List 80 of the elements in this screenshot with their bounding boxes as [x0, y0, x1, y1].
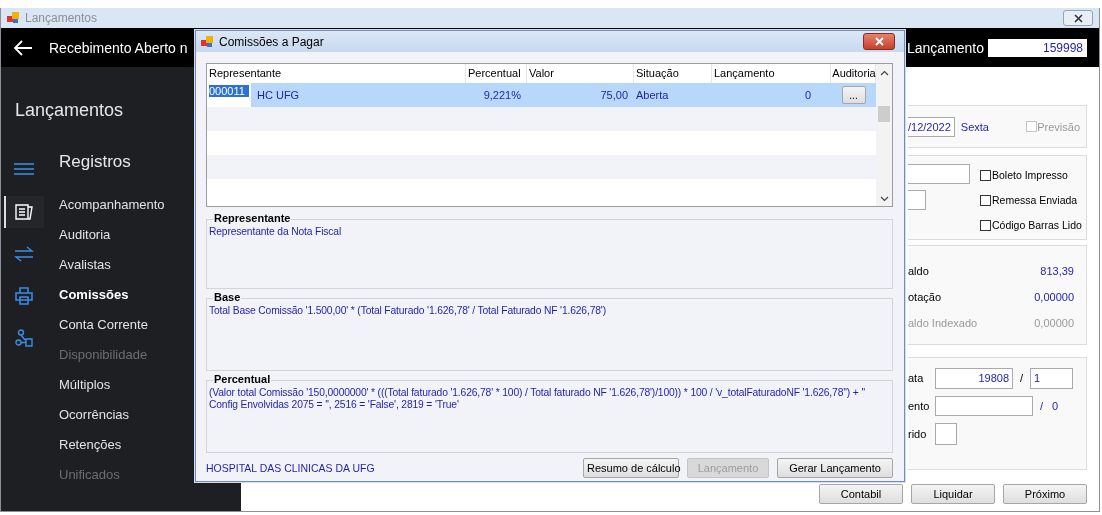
total-value: 0,00000 — [1034, 291, 1074, 305]
nav-item[interactable]: Múltiplos — [59, 370, 111, 400]
audit-button[interactable]: ... — [841, 86, 866, 104]
separator-text: / — [1020, 372, 1024, 384]
checkbox[interactable] — [980, 219, 991, 231]
nav-item[interactable]: Ocorrências — [59, 400, 130, 430]
dialog-button[interactable]: Resumo de cálculo — [583, 458, 679, 478]
close-icon — [1073, 13, 1083, 23]
separator-text: / — [1040, 400, 1044, 412]
nav-item[interactable]: Auditoria — [59, 220, 111, 250]
group-title: Representante — [213, 212, 292, 224]
nav-icon-button[interactable] — [3, 196, 44, 228]
close-icon — [874, 37, 884, 46]
date-field[interactable]: /12/2022 — [908, 116, 955, 137]
lancamento-label: Lançamento — [906, 39, 984, 56]
action-button[interactable]: Liquidar — [911, 484, 995, 504]
close-button[interactable] — [1063, 10, 1093, 26]
app-icon — [7, 12, 19, 24]
action-button[interactable]: Próximo — [1003, 484, 1087, 504]
nav-item[interactable]: Retenções — [59, 430, 122, 460]
total-value: 0,00000 — [1034, 317, 1074, 331]
total-label: aldo — [908, 265, 929, 279]
checkbox-label: Previsão — [1037, 120, 1080, 133]
input-field[interactable] — [908, 190, 926, 210]
sidebar-title: Lançamentos — [15, 100, 124, 122]
weekday-text: Sexta — [960, 120, 989, 133]
group-text: Total Base Comissão '1.500,00' * (Total Faturado '1.626,78' / Total Faturado NF '1.626,78') — [209, 305, 607, 317]
nav-item[interactable]: Conta Corrente — [59, 310, 148, 340]
table-cell-text: 75,00 — [599, 89, 629, 101]
total-label: otação — [908, 291, 942, 305]
group-title: Base — [213, 291, 242, 303]
code-cell[interactable]: 000011 — [207, 83, 251, 107]
input-field[interactable] — [935, 423, 957, 445]
swap-arrows-icon — [13, 246, 34, 262]
lancamento-field[interactable]: 159998 — [988, 38, 1087, 57]
table-cell: HC UFG — [257, 89, 300, 101]
field-label: rido — [908, 428, 928, 440]
table-cell-text: 9,221% — [482, 89, 522, 101]
window-title: Lançamentos — [25, 11, 98, 25]
field-label: ata — [908, 372, 925, 384]
field-label: ento — [908, 400, 931, 412]
dialog-title: Comissões a Pagar — [219, 34, 324, 49]
checkbox-label: Código Barras Lido — [992, 219, 1082, 231]
menu-icon[interactable] — [13, 162, 34, 176]
dialog-button[interactable]: Gerar Lançamento — [777, 458, 893, 478]
checkbox-label: Remessa Enviada — [992, 194, 1078, 206]
checkbox[interactable] — [980, 169, 991, 181]
group-text: Config Envolvidas 2075 = '', 2516 = 'False', 2819 = 'True' — [209, 399, 460, 411]
number-field[interactable]: 19808 — [935, 367, 1013, 389]
scroll-down-icon[interactable] — [879, 196, 889, 202]
group-text: (Valor total Comissão '150,0000000' * (((Total faturado '1.626,78' * 100) / Total faturado NF '1.626,78')/100)) * 100 / 'v_totalFaturadoNF '1.626,78'') + '' — [209, 387, 867, 399]
document-icon — [14, 203, 33, 221]
table-cell-text: 0 — [803, 89, 812, 101]
close-button[interactable] — [863, 33, 895, 50]
client-name-text: HOSPITAL DAS CLINICAS DA UFG — [206, 462, 375, 474]
count-text: 0 — [1052, 400, 1059, 412]
number-field[interactable]: 1 — [1030, 367, 1074, 389]
input-field[interactable] — [908, 164, 970, 184]
page-title: Recebimento Aberto n — [49, 39, 188, 56]
action-button[interactable]: Contabil — [819, 484, 903, 504]
table-cell-text: Aberta — [635, 89, 670, 101]
group-text: Representante da Nota Fiscal — [209, 226, 343, 238]
total-value: 813,39 — [1040, 265, 1074, 279]
scroll-thumb[interactable] — [878, 106, 890, 122]
nav-item[interactable]: Acompanhamento — [59, 190, 165, 220]
checkbox-label: Boleto Impresso — [992, 169, 1068, 181]
section-title: Registros — [59, 152, 131, 173]
checkbox[interactable] — [980, 194, 991, 206]
input-field[interactable] — [935, 396, 1033, 416]
grid-row[interactable]: 000011 HC UFG 9,221% 75,00 Aberta 0 ... — [207, 83, 876, 107]
nav-item[interactable]: Comissões — [59, 280, 129, 310]
vertical-scrollbar[interactable] — [876, 64, 892, 206]
total-label: aldo Indexado — [908, 317, 978, 331]
back-arrow-icon[interactable] — [13, 39, 33, 56]
nav-item[interactable]: Avalistas — [59, 250, 111, 280]
printer-icon — [14, 287, 33, 305]
app-icon — [201, 35, 213, 48]
network-icon — [14, 329, 33, 347]
scroll-up-icon[interactable] — [879, 70, 889, 76]
group-title: Percentual — [213, 373, 272, 385]
